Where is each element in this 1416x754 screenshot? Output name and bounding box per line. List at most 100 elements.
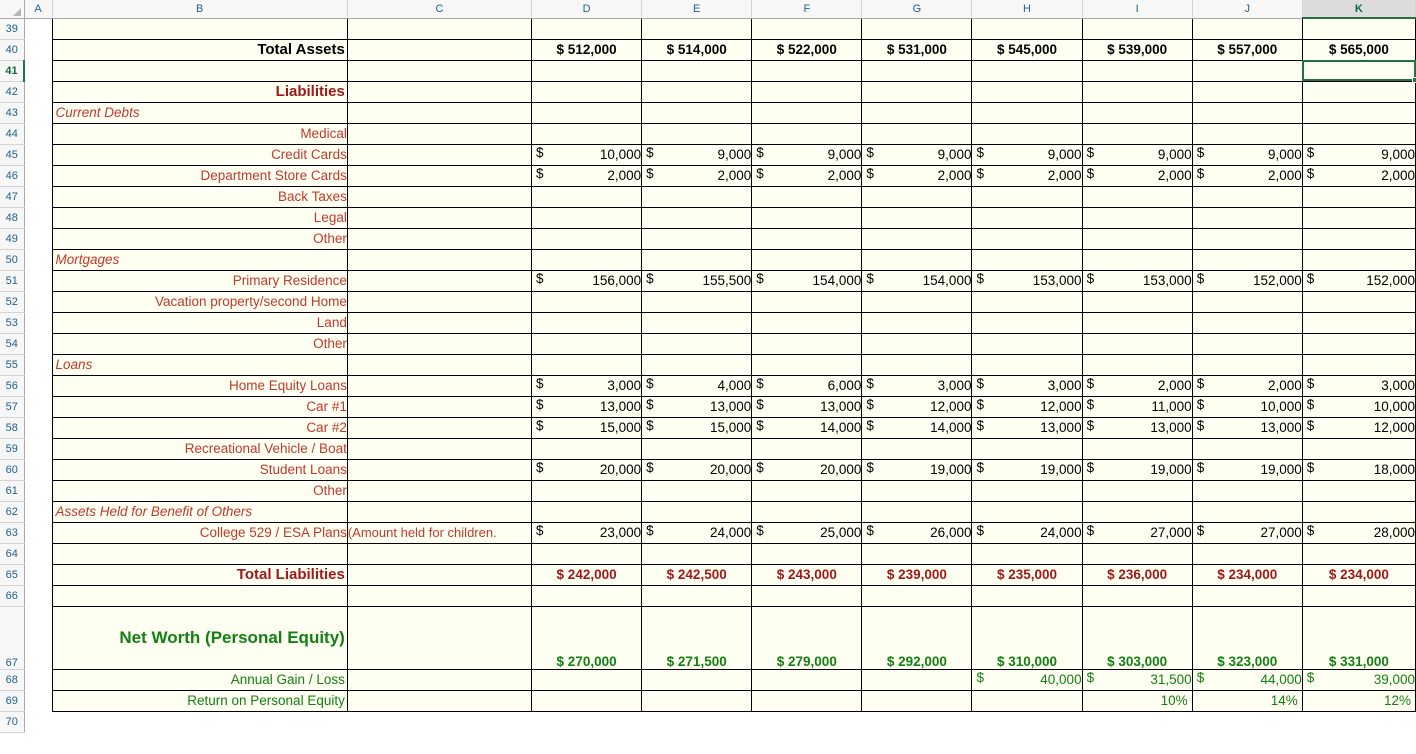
note-cell-C41[interactable] — [346, 59, 533, 82]
cell-K52[interactable] — [1301, 290, 1416, 313]
cell-E60[interactable]: $20,000 — [641, 458, 753, 481]
label-cell-B61[interactable]: Other — [51, 479, 348, 502]
cell-F58[interactable]: $14,000 — [751, 416, 863, 439]
cell-F46[interactable]: $2,000 — [751, 164, 863, 187]
cell-I64[interactable] — [1081, 542, 1193, 565]
label-cell-B59[interactable]: Recreational Vehicle / Boat — [51, 437, 348, 460]
cell-A66[interactable] — [24, 585, 53, 606]
cell-H39[interactable] — [971, 17, 1083, 40]
cell-F53[interactable] — [751, 311, 863, 334]
note-cell-C59[interactable] — [346, 437, 533, 460]
cell-J57[interactable]: $10,000 — [1191, 395, 1303, 418]
row-header-55[interactable]: 55 — [0, 354, 25, 376]
column-header-F[interactable]: F — [751, 0, 863, 19]
cell-D68[interactable] — [531, 668, 643, 691]
cell-A67[interactable] — [24, 606, 53, 669]
cell-K43[interactable] — [1301, 101, 1416, 124]
cell-D43[interactable] — [531, 101, 643, 124]
cell-I58[interactable]: $13,000 — [1081, 416, 1193, 439]
row-header-56[interactable]: 56 — [0, 375, 25, 397]
cell-G45[interactable]: $9,000 — [861, 143, 973, 166]
cell-G39[interactable] — [861, 17, 973, 40]
cell-K66[interactable] — [1301, 584, 1416, 607]
note-cell-C52[interactable] — [346, 290, 533, 313]
cell-D55[interactable] — [531, 353, 643, 376]
cell-F62[interactable] — [751, 500, 863, 523]
cell-J67[interactable]: $ 323,000 — [1191, 605, 1303, 670]
cell-E44[interactable] — [641, 122, 753, 145]
cell-G64[interactable] — [861, 542, 973, 565]
cell-J59[interactable] — [1191, 437, 1303, 460]
cell-H40[interactable]: $ 545,000 — [971, 38, 1083, 61]
cell-G51[interactable]: $154,000 — [861, 269, 973, 292]
worksheet-grid[interactable]: A B C D E F G H I J K 39 40 Total Assets… — [0, 0, 1416, 733]
label-cell-B53[interactable]: Land — [51, 311, 348, 334]
cell-A43[interactable] — [24, 102, 53, 123]
cell-H64[interactable] — [971, 542, 1083, 565]
cell-J43[interactable] — [1191, 101, 1303, 124]
label-cell-B56[interactable]: Home Equity Loans — [51, 374, 348, 397]
cell-I54[interactable] — [1081, 332, 1193, 355]
column-header-E[interactable]: E — [641, 0, 753, 19]
cell-G60[interactable]: $19,000 — [861, 458, 973, 481]
cell-I42[interactable] — [1081, 80, 1193, 103]
cell-K42[interactable] — [1301, 80, 1416, 103]
cell-J68[interactable]: $44,000 — [1191, 668, 1303, 691]
table-row[interactable]: 54 Other — [0, 332, 1416, 355]
cell-E63[interactable]: $24,000 — [641, 521, 753, 544]
table-row[interactable]: 46 Department Store Cards $2,000 $2,000 $2… — [0, 164, 1416, 187]
cell-H47[interactable] — [971, 185, 1083, 208]
cell-H42[interactable] — [971, 80, 1083, 103]
cell-A42[interactable] — [24, 81, 53, 102]
cell-D42[interactable] — [531, 80, 643, 103]
cell-K53[interactable] — [1301, 311, 1416, 334]
cell-A44[interactable] — [24, 123, 53, 144]
cell-A61[interactable] — [24, 480, 53, 501]
cell-G69[interactable] — [861, 689, 973, 712]
cell-K64[interactable] — [1301, 542, 1416, 565]
column-header-K[interactable]: K — [1302, 0, 1416, 19]
table-row[interactable]: 64 — [0, 542, 1416, 565]
cell-F67[interactable]: $ 279,000 — [751, 605, 863, 670]
note-cell-C61[interactable] — [346, 479, 533, 502]
row-header-70[interactable]: 70 — [0, 711, 25, 733]
cell-I51[interactable]: $153,000 — [1081, 269, 1193, 292]
table-row[interactable]: 62 Assets Held for Benefit of Others — [0, 500, 1416, 523]
cell-H61[interactable] — [971, 479, 1083, 502]
cell-H57[interactable]: $12,000 — [971, 395, 1083, 418]
cell-A62[interactable] — [24, 501, 53, 522]
cell-G49[interactable] — [861, 227, 973, 250]
cell-I39[interactable] — [1081, 17, 1193, 40]
cell-K67[interactable]: $ 331,000 — [1301, 605, 1416, 670]
cell-D49[interactable] — [531, 227, 643, 250]
cell-A49[interactable] — [24, 228, 53, 249]
cell-D52[interactable] — [531, 290, 643, 313]
cell-G50[interactable] — [861, 248, 973, 271]
row-header-45[interactable]: 45 — [0, 144, 25, 166]
cell-J50[interactable] — [1191, 248, 1303, 271]
cell-J51[interactable]: $152,000 — [1191, 269, 1303, 292]
cell-H48[interactable] — [971, 206, 1083, 229]
cell-A47[interactable] — [24, 186, 53, 207]
cell-D63[interactable]: $23,000 — [531, 521, 643, 544]
cell-A53[interactable] — [24, 312, 53, 333]
row-header-50[interactable]: 50 — [0, 249, 25, 271]
cell-D56[interactable]: $3,000 — [531, 374, 643, 397]
cell-A45[interactable] — [24, 144, 53, 165]
cell-J40[interactable]: $ 557,000 — [1191, 38, 1303, 61]
cell-F60[interactable]: $20,000 — [751, 458, 863, 481]
cell-A64[interactable] — [24, 543, 53, 564]
cell-H49[interactable] — [971, 227, 1083, 250]
cell-G56[interactable]: $3,000 — [861, 374, 973, 397]
cell-G53[interactable] — [861, 311, 973, 334]
note-cell-C60[interactable] — [346, 458, 533, 481]
cell-A57[interactable] — [24, 396, 53, 417]
row-header-47[interactable]: 47 — [0, 186, 25, 208]
note-cell-C57[interactable] — [346, 395, 533, 418]
cell-F65[interactable]: $ 243,000 — [751, 563, 863, 586]
cell-F43[interactable] — [751, 101, 863, 124]
cell-H60[interactable]: $19,000 — [971, 458, 1083, 481]
label-cell-B40[interactable]: Total Assets — [51, 38, 348, 61]
cell-E50[interactable] — [641, 248, 753, 271]
cell-G65[interactable]: $ 239,000 — [861, 563, 973, 586]
